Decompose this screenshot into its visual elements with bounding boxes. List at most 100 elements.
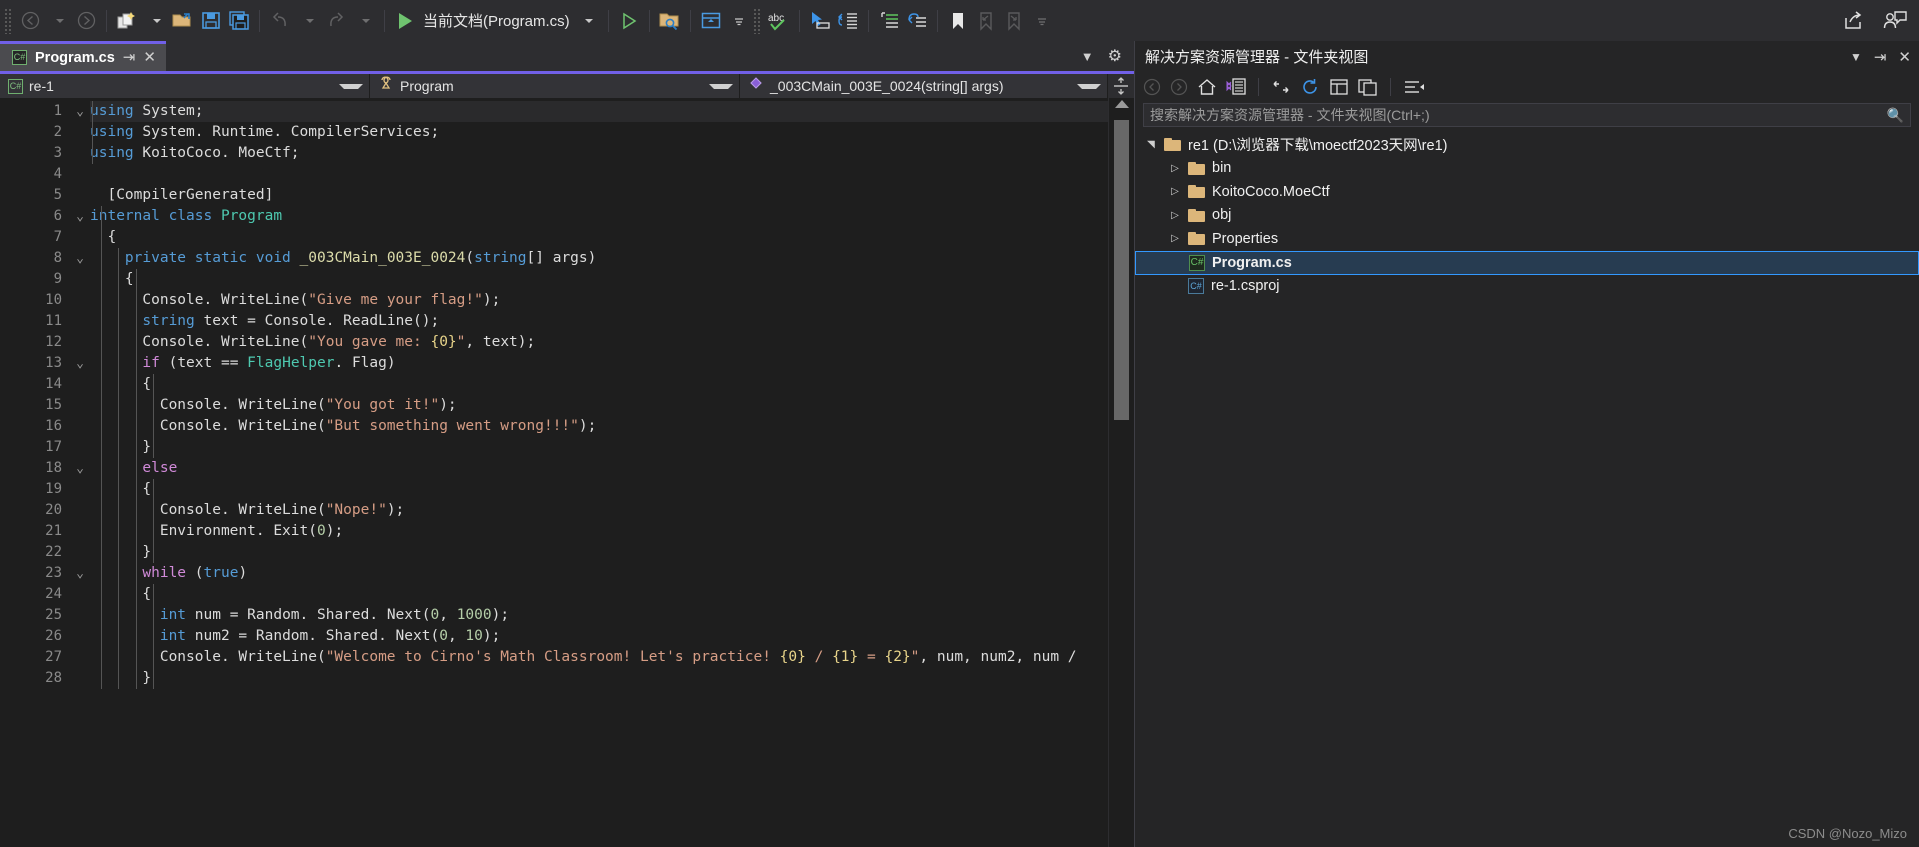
undo-icon[interactable] [266, 6, 294, 36]
back-icon[interactable] [1143, 78, 1161, 96]
toggle-bookmark-icon[interactable] [944, 6, 972, 36]
code-line[interactable]: Console. WriteLine("Give me your flag!")… [90, 290, 1108, 311]
toolbar-grip[interactable] [4, 7, 12, 34]
search-folder-icon[interactable] [656, 6, 684, 36]
code-line[interactable]: using System; [90, 101, 1108, 122]
tab-program-cs[interactable]: C# Program.cs ⇥ ✕ [0, 41, 166, 71]
fold-toggle-icon[interactable]: ⌄ [72, 206, 88, 227]
tree-item-selected[interactable]: C# Program.cs [1135, 250, 1919, 275]
code-line[interactable]: if (text == FlagHelper. Flag) [90, 353, 1108, 374]
tab-overflow-chevron-down-icon[interactable]: ▼ [1081, 49, 1094, 64]
toggle-outlining-icon[interactable] [834, 6, 862, 36]
start-target-label[interactable]: 当前文档(Program.cs) [419, 10, 574, 31]
forward-icon[interactable] [1170, 78, 1188, 96]
editor-vertical-scrollbar[interactable] [1108, 98, 1134, 847]
expand-arrow-right-icon[interactable]: ▷ [1169, 186, 1181, 197]
fold-toggle-icon[interactable]: ⌄ [72, 248, 88, 269]
fold-toggle-icon[interactable]: ⌄ [72, 563, 88, 584]
redo-dropdown[interactable] [350, 6, 378, 36]
code-line[interactable]: { [90, 269, 1108, 290]
fold-toggle-icon[interactable]: ⌄ [72, 458, 88, 479]
code-line[interactable]: using System. Runtime. CompilerServices; [90, 122, 1108, 143]
new-item-dropdown[interactable] [141, 6, 169, 36]
new-item-icon[interactable] [113, 6, 141, 36]
code-line[interactable]: Console. WriteLine("Welcome to Cirno's M… [90, 647, 1108, 668]
uncomment-selection-icon[interactable] [903, 6, 931, 36]
code-line[interactable]: [CompilerGenerated] [90, 185, 1108, 206]
code-text[interactable]: using System; using System. Runtime. Comp… [88, 98, 1108, 847]
tree-item[interactable]: ▷ KoitoCoco.MoeCtf [1135, 180, 1919, 204]
code-editor-area[interactable]: 1 2 3 4 5 6 7 8 9 10 11 12 13 14 15 16 17 18 19 20 21 22 23 24 2… [0, 98, 1134, 847]
expand-arrow-right-icon[interactable]: ▷ [1169, 233, 1181, 244]
code-line[interactable]: Console. WriteLine("You gave me: {0}", t… [90, 332, 1108, 353]
chevron-down-icon[interactable]: ▼ [1850, 50, 1862, 64]
home-icon[interactable] [1197, 78, 1217, 96]
window-layout-icon[interactable] [697, 6, 725, 36]
pin-icon[interactable]: ⇥ [1874, 48, 1887, 66]
code-line[interactable]: string text = Console. ReadLine(); [90, 311, 1108, 332]
expand-arrow-down-icon[interactable]: ◢ [1146, 139, 1157, 151]
code-line[interactable]: internal class Program [90, 206, 1108, 227]
navigate-backward-button[interactable] [16, 6, 44, 36]
tree-item[interactable]: ◢ re1 (D:\浏览器下载\moectf2023天网\re1) [1135, 133, 1919, 157]
gear-icon[interactable]: ⚙ [1108, 46, 1122, 66]
close-icon[interactable]: ✕ [1898, 48, 1911, 66]
close-icon[interactable]: ✕ [143, 50, 156, 65]
code-line[interactable]: Console. WriteLine("Nope!"); [90, 500, 1108, 521]
tree-item[interactable]: C# re-1.csproj [1135, 275, 1919, 299]
share-icon[interactable] [1839, 6, 1867, 36]
start-debugging-button[interactable] [391, 6, 419, 36]
code-line[interactable]: private static void _003CMain_003E_0024(… [90, 248, 1108, 269]
expand-arrow-right-icon[interactable]: ▷ [1169, 210, 1181, 221]
start-without-debugging-icon[interactable] [615, 6, 643, 36]
code-line[interactable]: { [90, 479, 1108, 500]
search-input[interactable] [1150, 107, 1887, 123]
code-line[interactable]: } [90, 542, 1108, 563]
collapse-all-icon[interactable] [1271, 78, 1291, 96]
code-folding-margin[interactable]: ⌄ ⌄ ⌄ ⌄ ⌄ ⌄ [72, 98, 88, 847]
send-feedback-icon[interactable] [1881, 6, 1909, 36]
tree-item[interactable]: ▷ Properties [1135, 227, 1919, 251]
navigate-backward-dropdown[interactable] [44, 6, 72, 36]
previous-bookmark-icon[interactable] [972, 6, 1000, 36]
code-line[interactable]: { [90, 584, 1108, 605]
code-line[interactable]: Console. WriteLine("But something went w… [90, 416, 1108, 437]
redo-icon[interactable] [322, 6, 350, 36]
refresh-icon[interactable] [1300, 78, 1320, 96]
spell-check-icon[interactable]: abc [765, 6, 793, 36]
code-line[interactable]: while (true) [90, 563, 1108, 584]
navigate-forward-button[interactable] [72, 6, 100, 36]
select-cursor-icon[interactable] [806, 6, 834, 36]
code-line[interactable]: } [90, 437, 1108, 458]
switch-views-icon[interactable] [1226, 78, 1246, 96]
comment-selection-icon[interactable] [875, 6, 903, 36]
toolbar-grip-2[interactable] [752, 7, 761, 34]
expand-arrow-right-icon[interactable]: ▷ [1169, 163, 1181, 174]
window-layout-dropdown[interactable] [725, 6, 753, 36]
code-line[interactable]: else [90, 458, 1108, 479]
tree-item[interactable]: ▷ bin [1135, 157, 1919, 181]
code-line[interactable]: using KoitoCoco. MoeCtf; [90, 143, 1108, 164]
next-bookmark-icon[interactable] [1000, 6, 1028, 36]
code-line[interactable]: { [90, 374, 1108, 395]
undo-dropdown[interactable] [294, 6, 322, 36]
scrollbar-thumb[interactable] [1114, 120, 1129, 420]
navbar-type-dropdown[interactable]: Program [370, 74, 740, 98]
save-icon[interactable] [197, 6, 225, 36]
start-target-dropdown[interactable] [574, 6, 602, 36]
code-line[interactable]: { [90, 227, 1108, 248]
code-line[interactable]: } [90, 668, 1108, 689]
filter-icon[interactable] [1403, 78, 1425, 96]
code-line[interactable]: Console. WriteLine("You got it!"); [90, 395, 1108, 416]
scroll-up-icon[interactable] [1114, 100, 1129, 108]
navbar-project-dropdown[interactable]: C# re-1 [0, 74, 370, 98]
solution-search-box[interactable]: 🔍 [1143, 103, 1911, 127]
code-line[interactable]: Environment. Exit(0); [90, 521, 1108, 542]
code-line[interactable]: int num2 = Random. Shared. Next(0, 10); [90, 626, 1108, 647]
pin-icon[interactable]: ⇥ [123, 50, 136, 65]
code-line[interactable] [90, 164, 1108, 185]
search-icon[interactable]: 🔍 [1887, 107, 1904, 124]
split-editor-button[interactable] [1108, 74, 1134, 98]
open-file-icon[interactable] [169, 6, 197, 36]
solution-tree[interactable]: ◢ re1 (D:\浏览器下载\moectf2023天网\re1) ▷ bin ▷ Koi… [1135, 131, 1919, 847]
